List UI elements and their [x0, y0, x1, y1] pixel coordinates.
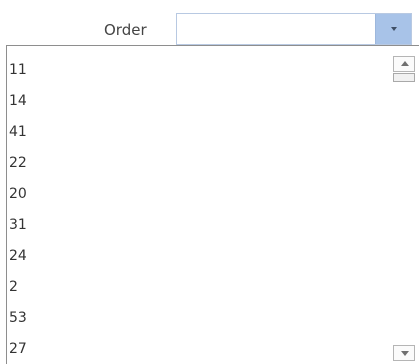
- vertical-scrollbar[interactable]: [391, 46, 419, 364]
- list-item[interactable]: 22: [7, 148, 387, 179]
- order-input[interactable]: [177, 14, 375, 44]
- list-item[interactable]: 24: [7, 241, 387, 272]
- chevron-down-icon: [391, 27, 397, 31]
- list-item[interactable]: 27: [7, 334, 387, 364]
- list-item[interactable]: 14: [7, 86, 387, 117]
- dropdown-list-panel: 11 14 41 22 20 31 24 2 53 27: [6, 45, 419, 364]
- scroll-up-button[interactable]: [393, 56, 415, 72]
- list-item[interactable]: 41: [7, 117, 387, 148]
- scroll-thumb[interactable]: [393, 73, 415, 82]
- list-item[interactable]: 31: [7, 210, 387, 241]
- scroll-down-button[interactable]: [393, 345, 415, 361]
- order-label: Order: [104, 21, 147, 39]
- combo-dropdown-button[interactable]: [375, 14, 411, 44]
- arrow-up-icon: [401, 61, 409, 66]
- order-options-list: 11 14 41 22 20 31 24 2 53 27: [7, 55, 387, 364]
- list-item[interactable]: 20: [7, 179, 387, 210]
- list-item[interactable]: 11: [7, 55, 387, 86]
- order-combobox[interactable]: [176, 13, 412, 45]
- arrow-down-icon: [401, 351, 409, 356]
- list-item[interactable]: 53: [7, 303, 387, 334]
- list-item[interactable]: 2: [7, 272, 387, 303]
- order-dropdown-screen: Order 11 14 41 22 20 31 24 2 53 27: [0, 0, 419, 364]
